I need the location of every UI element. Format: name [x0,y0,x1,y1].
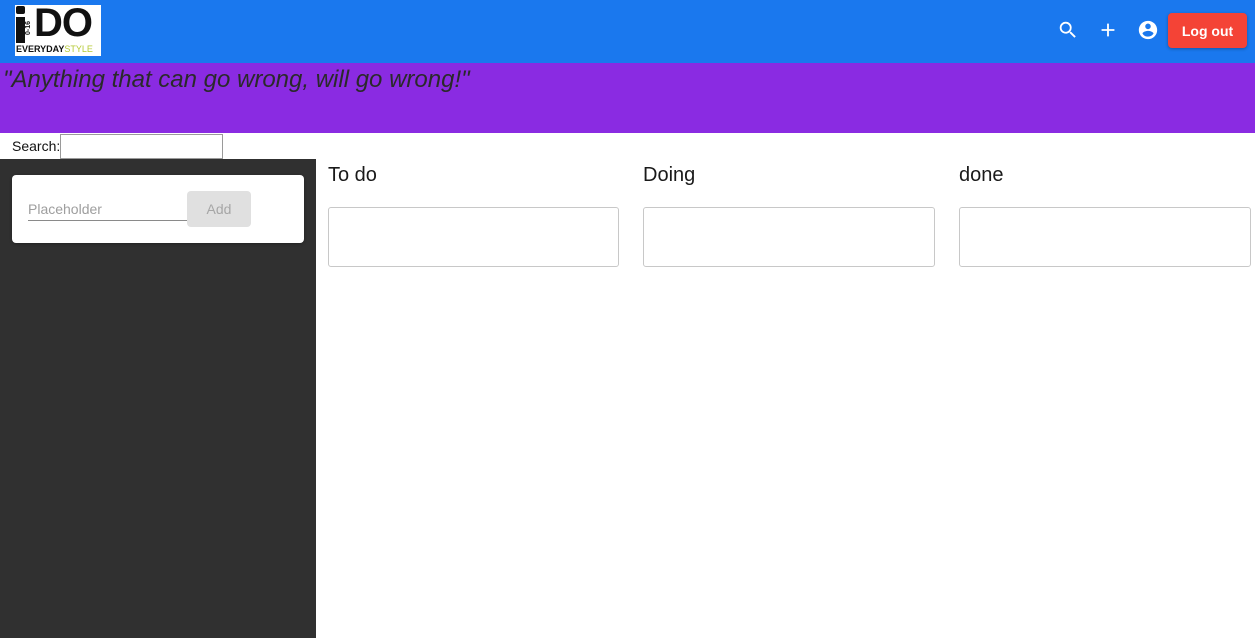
column-title: Doing [643,164,696,186]
task-input[interactable] [28,197,187,221]
sidebar: Add [0,159,316,638]
logo-style-text: STYLE [64,44,93,54]
logo-do-text: DO [34,5,93,45]
brand-logo[interactable]: 0-16 DO EVERYDAYSTYLE [15,5,101,56]
quote-text: "Anything that can go wrong, will go wro… [3,66,470,93]
quote-banner: "Anything that can go wrong, will go wro… [0,63,1255,133]
logout-button[interactable]: Log out [1168,13,1247,48]
search-button[interactable] [1054,16,1082,44]
search-icon [1059,21,1076,38]
search-label: Search: [12,138,61,154]
logo-everyday-text: EVERYDAY [16,44,65,54]
add-button[interactable] [1094,16,1122,44]
column-title: done [959,164,1004,186]
add-task-card: Add [12,175,304,243]
column-dropzone[interactable] [328,207,619,267]
logo-age-text: 0-16 [25,20,32,35]
column-title: To do [328,164,377,186]
plus-icon [1101,23,1115,37]
app-bar: 0-16 DO EVERYDAYSTYLE Log out [0,0,1255,63]
add-task-button[interactable]: Add [187,191,251,227]
account-button[interactable] [1134,16,1162,44]
search-input[interactable] [60,133,224,159]
logo-tagline: EVERYDAYSTYLE [16,44,93,55]
logo-i-mark [16,6,25,43]
column-dropzone[interactable] [643,207,935,267]
search-bar: Search: [12,133,224,159]
account-circle-icon [1138,20,1158,40]
column-dropzone[interactable] [959,207,1251,267]
